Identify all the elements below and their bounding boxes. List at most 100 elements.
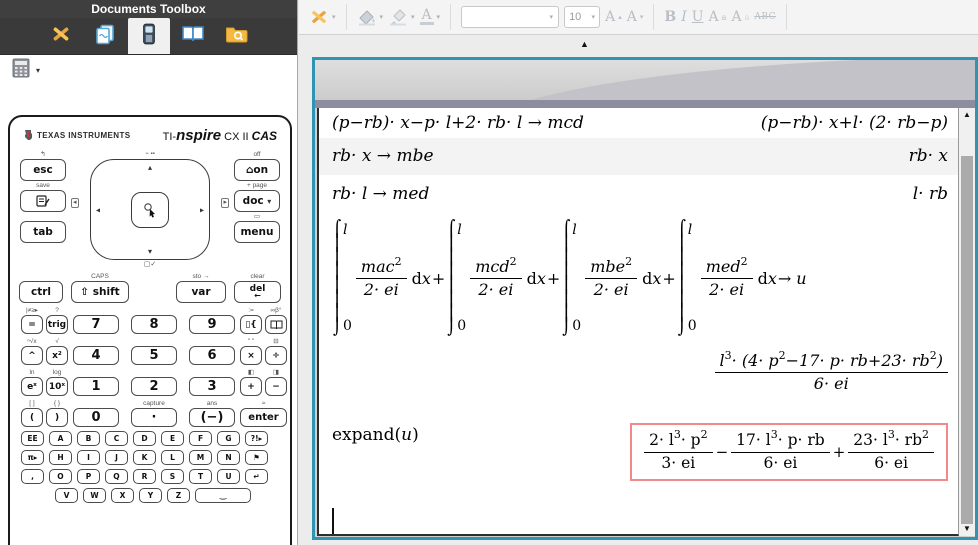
- page-forward-icon[interactable]: ▸: [221, 198, 229, 208]
- expression-result[interactable]: l· rb: [913, 184, 948, 204]
- italic-button[interactable]: I: [681, 9, 687, 25]
- tab-document-tools[interactable]: [40, 18, 82, 54]
- touchpad-down-arrow[interactable]: ▾: [148, 247, 152, 256]
- equals-key[interactable]: =: [21, 315, 43, 334]
- key-Q[interactable]: Q: [105, 469, 128, 484]
- key-EE[interactable]: EE: [21, 431, 44, 446]
- minus-key[interactable]: −: [265, 377, 287, 396]
- key-flag[interactable]: ⚑: [245, 450, 268, 465]
- underline-button[interactable]: U: [692, 9, 704, 25]
- key-X[interactable]: X: [111, 488, 134, 503]
- page-back-icon[interactable]: ◂: [71, 198, 79, 208]
- touchpad-left-arrow[interactable]: ◂: [96, 205, 100, 214]
- expression-result[interactable]: rb· x: [909, 146, 948, 166]
- multiply-key[interactable]: ×: [240, 346, 262, 365]
- key-T[interactable]: T: [189, 469, 212, 484]
- close-paren-key[interactable]: ): [46, 408, 68, 427]
- square-key[interactable]: x²: [46, 346, 68, 365]
- open-paren-key[interactable]: (: [21, 408, 43, 427]
- key-N[interactable]: N: [217, 450, 240, 465]
- key-Y[interactable]: Y: [139, 488, 162, 503]
- highlight-button[interactable]: ▾: [388, 8, 415, 26]
- key-C[interactable]: C: [105, 431, 128, 446]
- key-F[interactable]: F: [189, 431, 212, 446]
- entry-line[interactable]: [319, 500, 958, 534]
- key-H[interactable]: H: [49, 450, 72, 465]
- key-W[interactable]: W: [83, 488, 106, 503]
- divide-key[interactable]: ÷: [265, 346, 287, 365]
- key-G[interactable]: G: [217, 431, 240, 446]
- subscript-button[interactable]: Aa: [731, 9, 749, 25]
- key-U[interactable]: U: [217, 469, 240, 484]
- key-comma[interactable]: ,: [21, 469, 44, 484]
- plus-key[interactable]: +: [240, 377, 262, 396]
- selected-result-box[interactable]: 2· l3· p23· ei − 17· l3· p· rb6· ei + 23…: [630, 423, 948, 481]
- key-return[interactable]: ↵: [245, 469, 268, 484]
- ctrl-key[interactable]: ctrl: [19, 281, 63, 303]
- key-Z[interactable]: Z: [167, 488, 190, 503]
- key-8[interactable]: 8: [131, 315, 177, 334]
- key-punct[interactable]: ?!▸: [245, 431, 268, 446]
- on-key[interactable]: ⌂on: [234, 159, 280, 181]
- key-1[interactable]: 1: [73, 377, 119, 396]
- font-color-button[interactable]: A▾: [420, 10, 441, 25]
- integral-result[interactable]: l3· (4· p2−17· p· rb+23· rb2)6· ei: [332, 351, 948, 394]
- key-V[interactable]: V: [55, 488, 78, 503]
- document-tools-button[interactable]: ▾: [309, 7, 336, 27]
- negate-key[interactable]: (−): [189, 408, 235, 427]
- integral-input[interactable]: ⌠⎮⎮⎮⎮⎮⎮⌡l0mac22· eidx + ⌠⎮⎮⎮⎮⎮⎮⌡l0mcd22·…: [332, 214, 948, 342]
- esc-key[interactable]: esc: [20, 159, 66, 181]
- superscript-button[interactable]: Aa: [709, 9, 727, 25]
- expression-input[interactable]: (p−rb)· x−p· l+2· rb· l → mcd: [332, 113, 584, 133]
- ten-power-key[interactable]: 10ˣ: [46, 377, 68, 396]
- touchpad-up-arrow[interactable]: ▴: [148, 163, 152, 172]
- font-family-select[interactable]: ▾: [461, 6, 559, 28]
- key-pi[interactable]: π▸: [21, 450, 44, 465]
- key-B[interactable]: B: [77, 431, 100, 446]
- touchpad[interactable]: ▴ ▾ ◂ ▸: [90, 159, 210, 260]
- key-9[interactable]: 9: [189, 315, 235, 334]
- key-5[interactable]: 5: [131, 346, 177, 365]
- scroll-down-arrow[interactable]: ▼: [963, 522, 971, 536]
- key-D[interactable]: D: [133, 431, 156, 446]
- tab-content-explorer[interactable]: [172, 18, 214, 54]
- expand-input[interactable]: expand(u): [332, 421, 419, 445]
- key-3[interactable]: 3: [189, 377, 235, 396]
- key-I[interactable]: I: [77, 450, 100, 465]
- expression-input[interactable]: rb· x → mbe: [332, 146, 434, 166]
- tab-page-sorter[interactable]: [84, 18, 126, 54]
- key-6[interactable]: 6: [189, 346, 235, 365]
- exp-key[interactable]: eˣ: [21, 377, 43, 396]
- catalog-key[interactable]: [265, 315, 287, 334]
- collapse-toolbar-arrow[interactable]: ▲: [580, 39, 589, 49]
- key-O[interactable]: O: [49, 469, 72, 484]
- key-M[interactable]: M: [189, 450, 212, 465]
- doc-key[interactable]: doc ▾: [234, 190, 280, 212]
- key-0[interactable]: 0: [73, 408, 119, 427]
- shrink-font-button[interactable]: A▾: [627, 9, 644, 25]
- trig-key[interactable]: trig: [46, 315, 68, 334]
- var-key[interactable]: var: [176, 281, 226, 303]
- key-2[interactable]: 2: [131, 377, 177, 396]
- shift-key[interactable]: ⇧ shift: [71, 281, 129, 303]
- expression-result[interactable]: (p−rb)· x+l· (2· rb−p): [761, 113, 948, 133]
- key-J[interactable]: J: [105, 450, 128, 465]
- touchpad-right-arrow[interactable]: ▸: [200, 205, 204, 214]
- menu-key[interactable]: menu: [234, 221, 280, 243]
- tab-key[interactable]: tab: [20, 221, 66, 243]
- scrollbar-track[interactable]: [959, 122, 975, 536]
- keypad-dropdown-caret[interactable]: ▾: [36, 66, 40, 75]
- template-key[interactable]: ▯{: [240, 315, 262, 334]
- key-A[interactable]: A: [49, 431, 72, 446]
- key-S[interactable]: S: [161, 469, 184, 484]
- space-key[interactable]: ‿: [195, 488, 251, 503]
- key-E[interactable]: E: [161, 431, 184, 446]
- del-key[interactable]: del←: [234, 281, 281, 303]
- scrollbar-thumb[interactable]: [961, 156, 973, 524]
- scroll-up-arrow[interactable]: ▲: [963, 108, 971, 122]
- power-key[interactable]: ^: [21, 346, 43, 365]
- expression-input[interactable]: rb· l → med: [332, 184, 429, 204]
- calculator-icon[interactable]: [12, 58, 30, 83]
- font-size-select[interactable]: 10▾: [564, 6, 600, 28]
- bold-button[interactable]: B: [664, 9, 676, 25]
